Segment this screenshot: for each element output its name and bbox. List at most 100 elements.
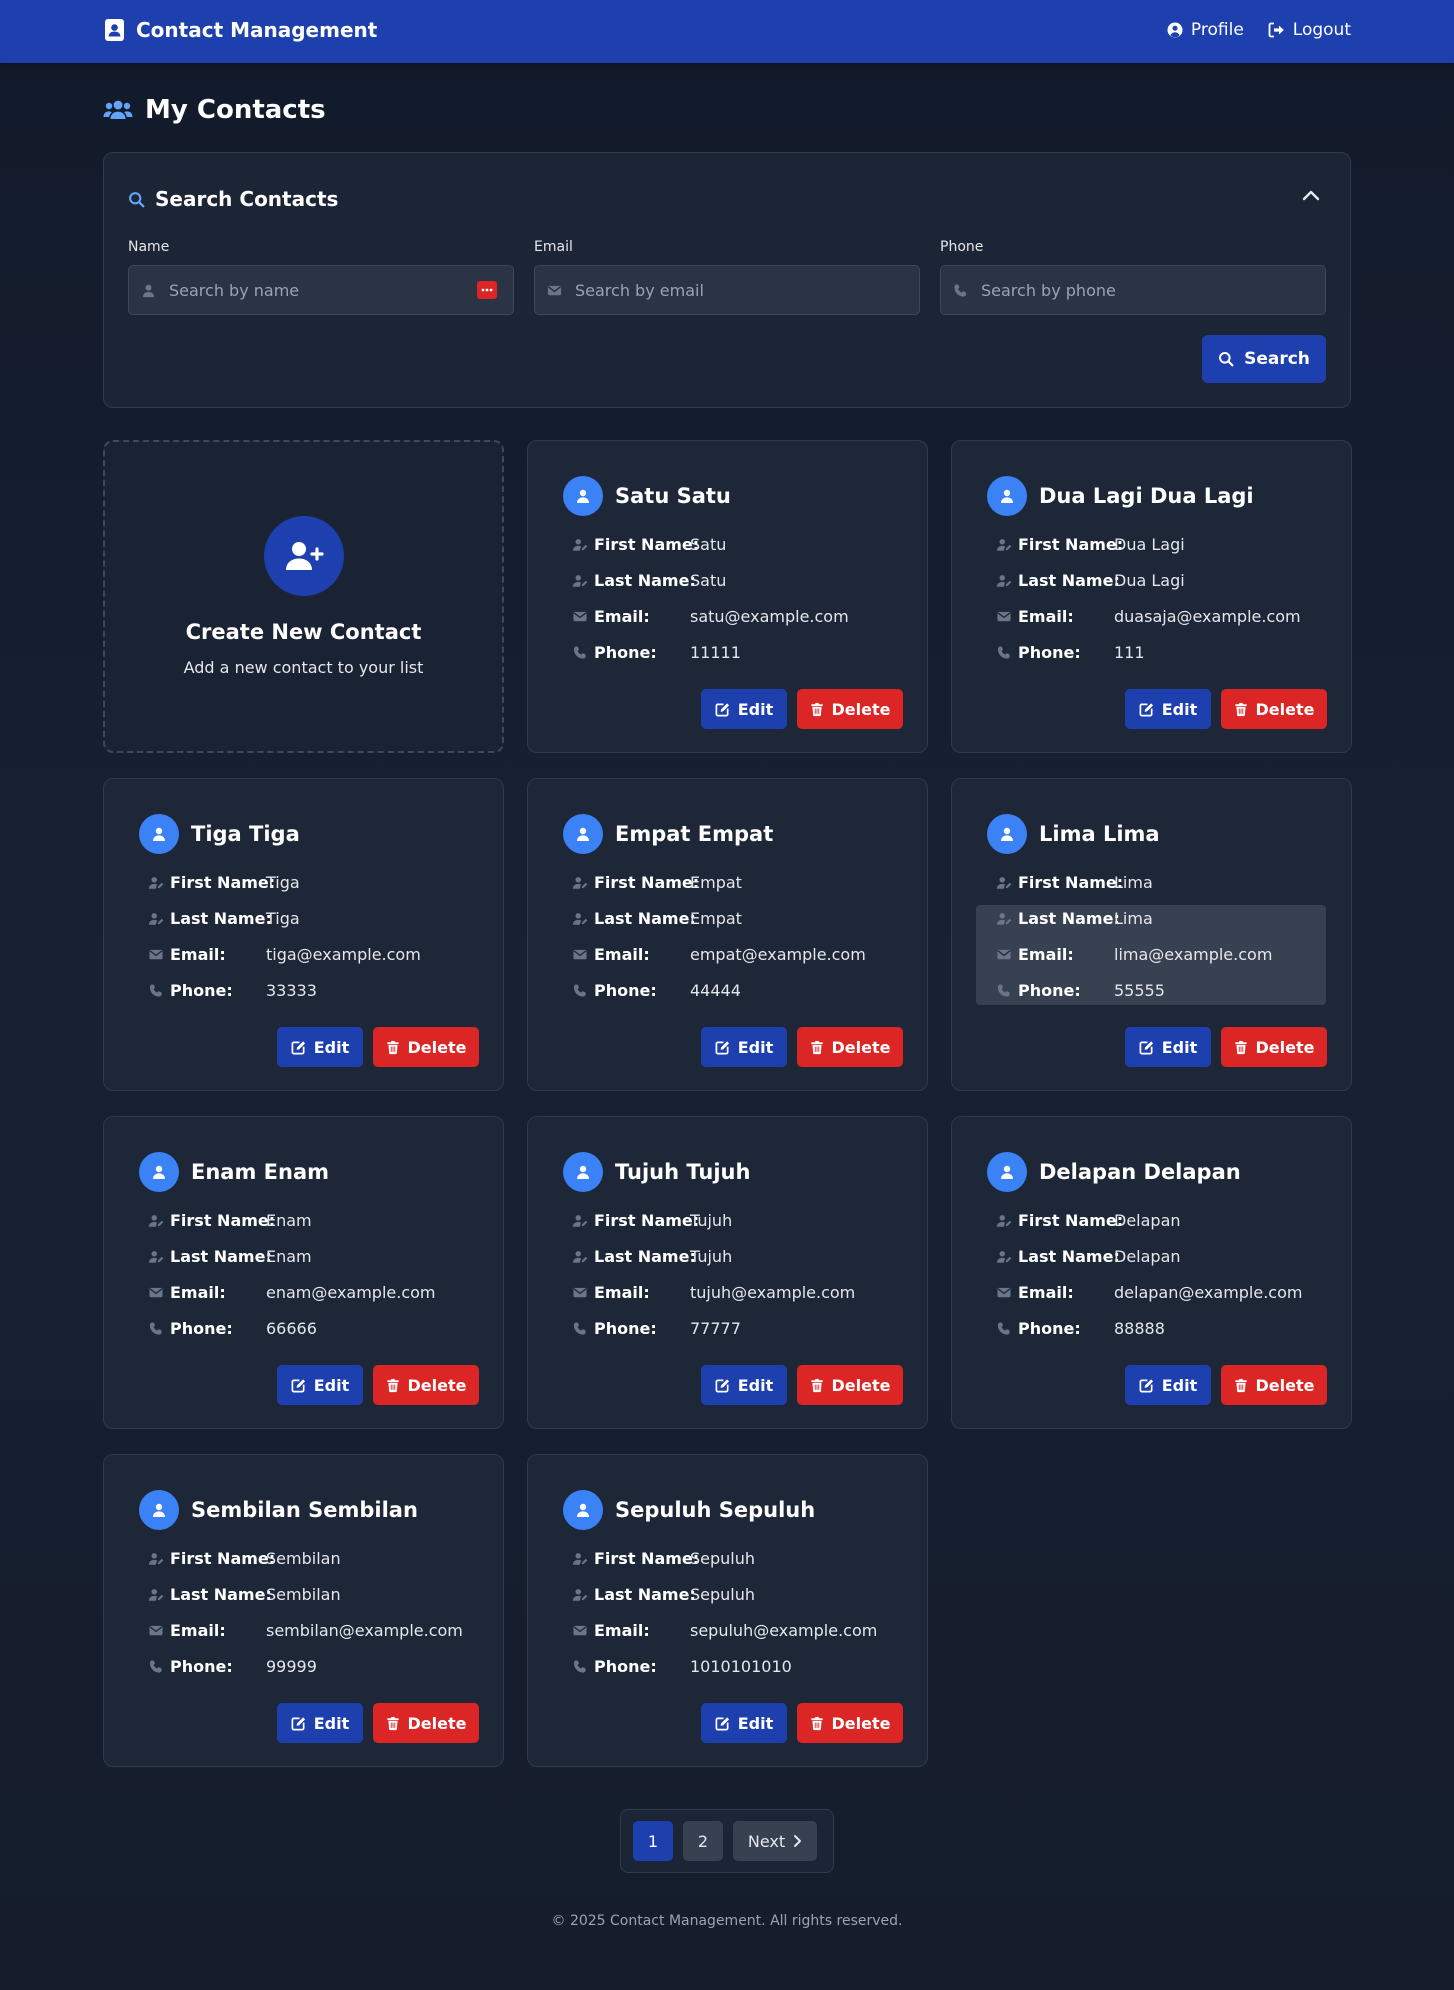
phone-icon: [148, 1659, 170, 1674]
edit-button[interactable]: Edit: [701, 689, 787, 729]
user-icon: [999, 826, 1015, 842]
field-key: Phone:: [1018, 1318, 1081, 1338]
edit-label: Edit: [1161, 1037, 1198, 1057]
delete-button[interactable]: Delete: [1221, 1365, 1327, 1405]
contact-details: First Name: Enam Last Name: Enam Email: …: [148, 1202, 436, 1346]
search-button[interactable]: Search: [1202, 335, 1326, 383]
edit-button[interactable]: Edit: [701, 1365, 787, 1405]
delete-button[interactable]: Delete: [797, 1365, 903, 1405]
edit-icon: [715, 1716, 730, 1731]
search-title: Search Contacts: [155, 187, 339, 211]
phone-icon: [572, 1659, 594, 1674]
field-key: Email:: [594, 1282, 650, 1302]
search-icon: [1218, 351, 1234, 367]
contact-details: First Name: Dua Lagi Last Name: Dua Lagi…: [996, 526, 1301, 670]
contact-name: Delapan Delapan: [1039, 1160, 1241, 1184]
user-plus-icon: [284, 540, 324, 572]
create-subtitle: Add a new contact to your list: [183, 658, 424, 677]
contact-name: Sepuluh Sepuluh: [615, 1498, 816, 1522]
email-search-input[interactable]: [575, 266, 875, 314]
contact-actions: Edit Delete: [277, 1027, 479, 1067]
profile-link[interactable]: Profile: [1167, 20, 1244, 40]
edit-button[interactable]: Edit: [1125, 689, 1211, 729]
delete-label: Delete: [831, 1713, 891, 1733]
contact-card: Dua Lagi Dua Lagi First Name: Dua Lagi L…: [951, 440, 1352, 753]
create-contact-card[interactable]: Create New Contact Add a new contact to …: [103, 440, 504, 753]
password-manager-icon[interactable]: [477, 281, 497, 299]
contact-header: Sembilan Sembilan: [139, 1490, 418, 1530]
page-2-button[interactable]: 2: [683, 1821, 723, 1861]
edit-icon: [291, 1716, 306, 1731]
contact-row: Phone: 88888: [996, 1310, 1302, 1346]
name-input-wrap: [128, 265, 514, 315]
field-value: Delapan: [1114, 1210, 1181, 1230]
delete-button[interactable]: Delete: [797, 1027, 903, 1067]
field-key: Last Name:: [594, 1246, 696, 1266]
collapse-toggle[interactable]: [1302, 189, 1320, 201]
nav-links: Profile Logout: [1167, 20, 1351, 40]
edit-button[interactable]: Edit: [701, 1027, 787, 1067]
field-key: Last Name:: [594, 908, 696, 928]
logout-link[interactable]: Logout: [1268, 20, 1351, 40]
user-edit-icon: [572, 537, 594, 552]
next-page-button[interactable]: Next: [733, 1821, 817, 1861]
delete-button[interactable]: Delete: [1221, 1027, 1327, 1067]
contact-actions: Edit Delete: [701, 689, 903, 729]
field-value: Lima: [1114, 872, 1153, 892]
page-1-button[interactable]: 1: [633, 1821, 673, 1861]
delete-button[interactable]: Delete: [373, 1365, 479, 1405]
field-key: First Name:: [1018, 1210, 1124, 1230]
edit-icon: [715, 702, 730, 717]
contact-row: First Name: Satu: [572, 526, 849, 562]
delete-button[interactable]: Delete: [797, 1703, 903, 1743]
field-key: Email:: [594, 944, 650, 964]
delete-button[interactable]: Delete: [1221, 689, 1327, 729]
edit-button[interactable]: Edit: [277, 1365, 363, 1405]
field-key: Phone:: [594, 1656, 657, 1676]
chevron-up-icon: [1302, 189, 1320, 201]
user-icon: [575, 488, 591, 504]
field-value: Lima: [1114, 908, 1153, 928]
edit-button[interactable]: Edit: [1125, 1027, 1211, 1067]
envelope-icon: [148, 947, 170, 962]
brand[interactable]: Contact Management: [104, 18, 377, 42]
contact-row: First Name: Delapan: [996, 1202, 1302, 1238]
phone-icon: [996, 983, 1018, 998]
field-key: First Name:: [1018, 872, 1124, 892]
contact-row: Email: duasaja@example.com: [996, 598, 1301, 634]
contact-details: First Name: Satu Last Name: Satu Email: …: [572, 526, 849, 670]
avatar: [563, 1490, 603, 1530]
search-icon: [128, 191, 145, 208]
user-edit-icon: [148, 911, 170, 926]
contact-header: Dua Lagi Dua Lagi: [987, 476, 1254, 516]
contact-row: Email: tujuh@example.com: [572, 1274, 855, 1310]
trash-icon: [810, 702, 824, 717]
envelope-icon: [572, 1623, 594, 1638]
email-field: Email: [534, 239, 920, 315]
user-edit-icon: [572, 875, 594, 890]
edit-button[interactable]: Edit: [277, 1703, 363, 1743]
contact-header: Satu Satu: [563, 476, 731, 516]
field-key: First Name:: [170, 1548, 276, 1568]
name-field: Name: [128, 239, 514, 315]
field-value: 11111: [690, 642, 741, 662]
delete-button[interactable]: Delete: [797, 689, 903, 729]
phone-search-input[interactable]: [981, 266, 1281, 314]
page-title: My Contacts: [103, 95, 326, 125]
field-key: First Name:: [594, 1548, 700, 1568]
contact-row: First Name: Tiga: [148, 864, 421, 900]
name-search-input[interactable]: [169, 266, 469, 314]
contact-row: Phone: 66666: [148, 1310, 436, 1346]
contact-row: First Name: Empat: [572, 864, 866, 900]
delete-label: Delete: [831, 1375, 891, 1395]
name-label: Name: [128, 239, 170, 255]
edit-button[interactable]: Edit: [701, 1703, 787, 1743]
edit-button[interactable]: Edit: [277, 1027, 363, 1067]
delete-button[interactable]: Delete: [373, 1027, 479, 1067]
edit-label: Edit: [737, 699, 774, 719]
field-key: Email:: [1018, 606, 1074, 626]
edit-button[interactable]: Edit: [1125, 1365, 1211, 1405]
field-value: 111: [1114, 642, 1145, 662]
avatar: [139, 1152, 179, 1192]
delete-button[interactable]: Delete: [373, 1703, 479, 1743]
